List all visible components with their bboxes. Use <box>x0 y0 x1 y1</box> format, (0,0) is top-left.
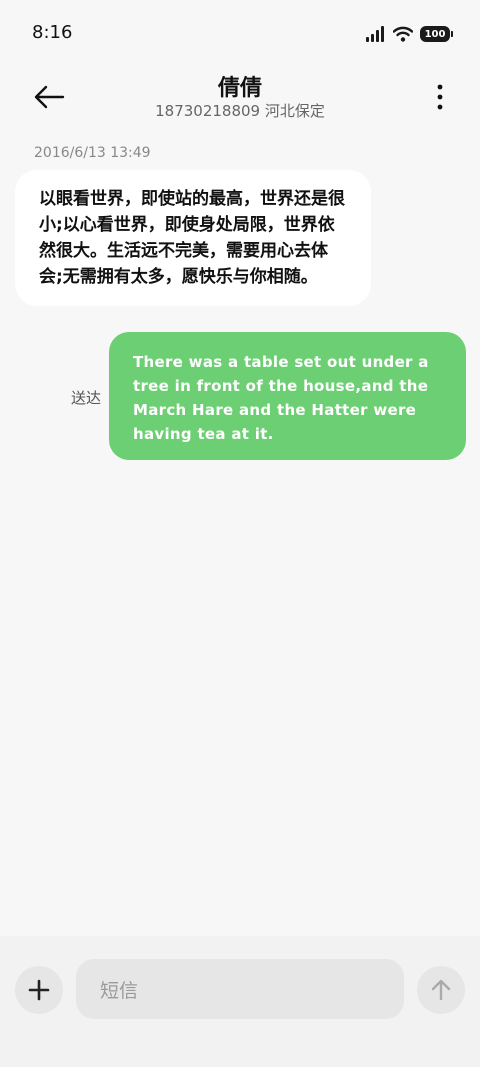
more-vertical-icon <box>437 84 443 110</box>
status-time: 8:16 <box>32 22 73 43</box>
incoming-message-bubble[interactable]: 以眼看世界，即使站的最高，世界还是很小;以心看世界，即使身处局限，世界依然很大。… <box>15 170 371 306</box>
add-attachment-button[interactable] <box>15 966 63 1014</box>
outgoing-message-bubble[interactable]: There was a table set out under a tree i… <box>109 332 466 460</box>
signal-icon <box>366 26 384 42</box>
status-icons: 100 <box>366 24 453 44</box>
conversation-header: 倩倩 18730218809 河北保定 <box>0 68 480 126</box>
battery-level: 100 <box>424 28 446 40</box>
status-bar: 8:16 100 <box>0 0 480 68</box>
arrow-up-icon <box>431 979 451 1001</box>
plus-icon <box>28 979 50 1001</box>
wifi-icon <box>393 26 413 42</box>
contact-name: 倩倩 <box>217 76 262 101</box>
message-timestamp: 2016/6/13 13:49 <box>34 145 151 161</box>
message-input[interactable]: 短信 <box>76 959 404 1019</box>
send-button[interactable] <box>417 966 465 1014</box>
contact-detail: 18730218809 河北保定 <box>155 102 325 120</box>
message-composer: 短信 <box>0 936 480 1067</box>
delivery-status: 送达 <box>71 389 102 407</box>
more-options-button[interactable] <box>430 78 450 116</box>
battery-icon: 100 <box>420 26 453 42</box>
